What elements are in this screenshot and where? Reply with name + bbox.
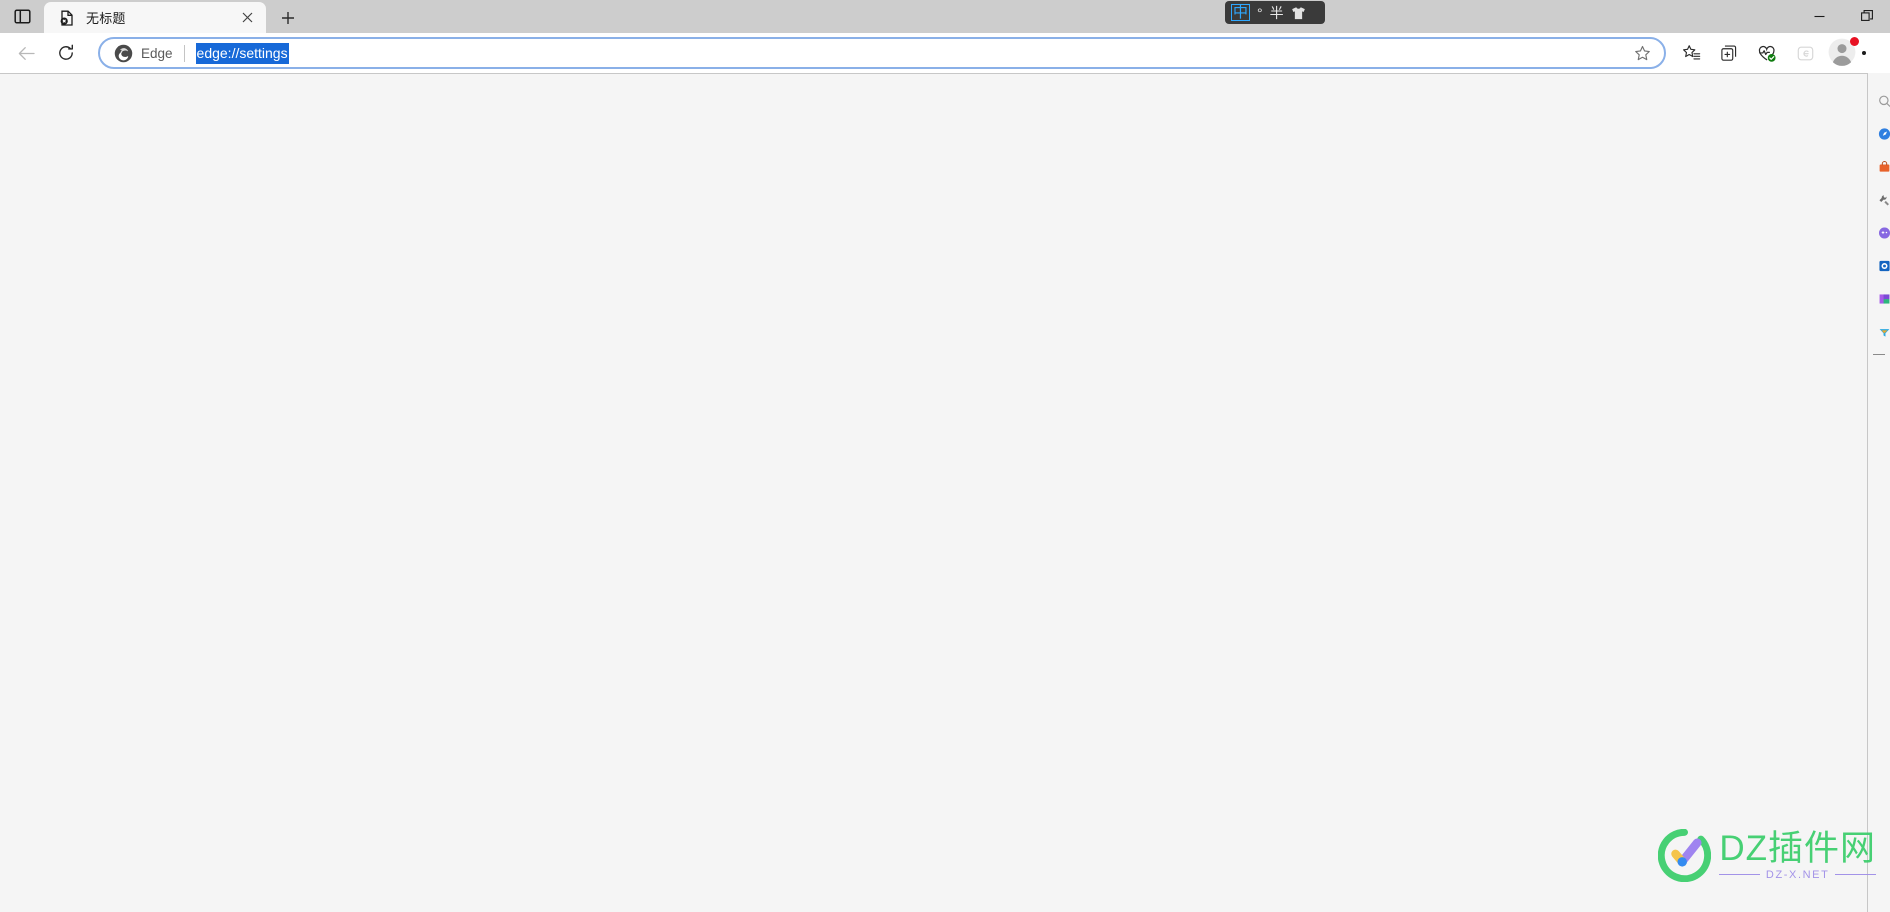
title-bar: 无标题 中 ° 半 <box>0 0 1890 33</box>
ie-mode-button[interactable] <box>1786 37 1824 69</box>
tshirt-icon[interactable] <box>1291 6 1306 20</box>
tab-close-button[interactable] <box>236 7 258 29</box>
back-arrow-icon <box>18 46 35 60</box>
refresh-icon <box>59 44 73 60</box>
browser-window: 无标题 中 ° 半 Edge edge://settings DZ插件网 DZ-… <box>0 0 1890 912</box>
discover-icon <box>1878 124 1890 144</box>
tools-icon <box>1878 190 1890 210</box>
close-icon <box>242 12 252 23</box>
search-icon <box>1878 91 1890 111</box>
back-button[interactable] <box>6 37 46 69</box>
profile-notification-badge <box>1850 37 1859 46</box>
address-bar-url-text[interactable]: edge://settings <box>195 42 289 64</box>
restore-button[interactable] <box>1843 0 1890 32</box>
collections-icon <box>1720 45 1736 61</box>
watermark-title: DZ插件网 <box>1719 828 1876 868</box>
sidebar-item-search[interactable] <box>1868 84 1890 117</box>
minimize-button[interactable] <box>1796 0 1843 32</box>
edge-logo-icon <box>114 44 133 63</box>
browser-essentials-button[interactable] <box>1748 37 1786 69</box>
window-controls <box>1796 0 1890 32</box>
address-bar-brand-label: Edge <box>141 45 173 61</box>
sidebar-item-tools[interactable] <box>1868 183 1890 216</box>
watermark-rule-right <box>1835 874 1876 875</box>
heart-pulse-icon <box>1758 45 1776 62</box>
watermark-text: DZ插件网 DZ-X.NET <box>1719 828 1876 881</box>
favorites-button[interactable] <box>1672 37 1710 69</box>
sidebar-item-shopping[interactable] <box>1868 150 1890 183</box>
tab-title: 无标题 <box>86 11 126 26</box>
sidebar-item-drop[interactable] <box>1868 315 1890 348</box>
restore-icon <box>1860 10 1873 21</box>
tab-active[interactable]: 无标题 <box>44 2 266 33</box>
dz-logo-icon <box>1658 829 1712 882</box>
edge-sidebar <box>1867 73 1890 912</box>
tab-actions-button[interactable] <box>0 0 44 33</box>
ime-width-mode[interactable]: 半 <box>1270 6 1284 20</box>
page-content <box>0 73 1867 912</box>
collections-button[interactable] <box>1710 37 1748 69</box>
browser-toolbar: Edge edge://settings <box>0 33 1890 73</box>
ellipsis-icon <box>1862 51 1866 55</box>
office-icon <box>1878 256 1890 276</box>
plus-icon <box>282 12 294 24</box>
watermark-rule-left <box>1719 874 1760 875</box>
avatar <box>1828 37 1859 68</box>
refresh-button[interactable] <box>46 37 86 69</box>
star-icon <box>1634 45 1650 60</box>
sidebar-item-outlook[interactable] <box>1868 282 1890 315</box>
sidebar-item-games[interactable] <box>1868 216 1890 249</box>
shopping-bag-icon <box>1878 157 1890 177</box>
drop-icon <box>1878 322 1890 342</box>
tab-actions-icon <box>13 9 31 24</box>
favorites-star-list-icon <box>1682 44 1700 59</box>
profile-button[interactable] <box>1824 37 1862 69</box>
settings-and-more-button[interactable] <box>1862 37 1884 69</box>
watermark-subtitle: DZ-X.NET <box>1765 868 1830 881</box>
games-icon <box>1878 223 1890 243</box>
watermark: DZ插件网 DZ-X.NET <box>1658 829 1876 882</box>
add-favorite-button[interactable] <box>1628 39 1656 67</box>
outlook-icon <box>1878 289 1890 309</box>
address-bar[interactable]: Edge edge://settings <box>98 37 1666 69</box>
address-bar-separator <box>183 44 185 62</box>
ime-toolbar[interactable]: 中 ° 半 <box>1225 1 1325 24</box>
new-tab-button[interactable] <box>270 3 306 33</box>
minimize-icon <box>1814 15 1825 17</box>
watermark-subtitle-row: DZ-X.NET <box>1719 869 1876 881</box>
broken-page-icon <box>58 9 76 27</box>
ime-punctuation-mode[interactable]: ° <box>1257 6 1263 20</box>
sidebar-divider <box>1873 354 1885 355</box>
internet-explorer-icon <box>1797 46 1813 60</box>
sidebar-item-discover[interactable] <box>1868 117 1890 150</box>
ime-mode-chinese[interactable]: 中 <box>1231 4 1251 21</box>
sidebar-item-office[interactable] <box>1868 249 1890 282</box>
